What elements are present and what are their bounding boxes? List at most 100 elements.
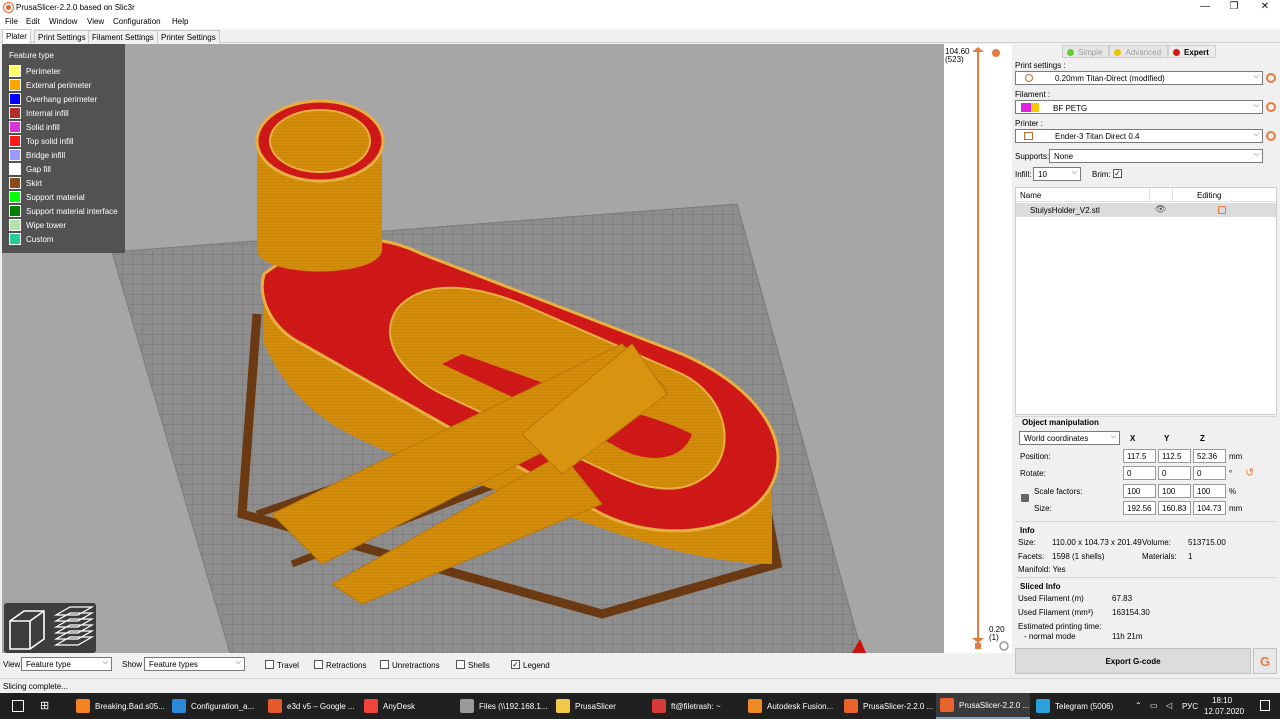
taskbar-app[interactable]: Autodesk Fusion... — [744, 693, 838, 719]
tab-printer-settings[interactable]: Printer Settings — [157, 30, 220, 43]
filament-cog-icon[interactable] — [1266, 102, 1276, 112]
clock-date[interactable]: 12.07.2020 — [1204, 707, 1244, 716]
brim-checkbox[interactable]: ✓ — [1113, 169, 1122, 178]
printer-select[interactable]: Ender-3 Titan Direct 0.4 ⌵ — [1015, 129, 1263, 143]
task-view-icon[interactable] — [12, 700, 24, 712]
minimize-button[interactable]: — — [1190, 1, 1220, 14]
notifications-icon[interactable] — [1260, 700, 1270, 711]
menu-edit[interactable]: Edit — [26, 17, 40, 26]
supports-select[interactable]: None ⌵ — [1049, 149, 1263, 163]
taskbar-app-label: Breaking.Bad.s05... — [95, 701, 165, 711]
slider-bottom-thumb[interactable] — [972, 638, 984, 643]
close-button[interactable]: ✕ — [1250, 1, 1280, 14]
layer-slider[interactable]: 104.60 (523) 0.20 (1) — [944, 44, 1012, 653]
printer-cog-icon[interactable] — [1266, 131, 1276, 141]
list-item[interactable]: StulysHolder_V2.stl 👁 — [1016, 203, 1276, 217]
reset-rotation-icon[interactable]: ↺ — [1245, 466, 1254, 479]
volume-icon[interactable]: ◁ — [1166, 701, 1172, 710]
taskbar-app[interactable]: Telegram (5006) — [1032, 693, 1126, 719]
windows-start-icon[interactable]: ⊞ — [40, 699, 49, 712]
rotate-x-input[interactable]: 0 — [1123, 466, 1156, 480]
legend-item: Custom — [9, 232, 125, 246]
taskbar-app[interactable]: PrusaSlicer-2.2.0 ... — [840, 693, 934, 719]
3d-preview-canvas[interactable]: Feature type Perimeter External perimeter… — [2, 44, 944, 653]
print-settings-select[interactable]: 0.20mm Titan-Direct (modified) ⌵ — [1015, 71, 1263, 85]
tab-plater[interactable]: Plater — [2, 29, 31, 43]
menu-file[interactable]: File — [5, 17, 18, 26]
coordinates-select[interactable]: World coordinates ⌵ — [1019, 431, 1120, 445]
position-x-input[interactable]: 117.5 — [1123, 449, 1156, 463]
3d-view-icon[interactable] — [9, 610, 45, 650]
taskbar-app[interactable]: Configuration_a... — [168, 693, 262, 719]
send-gcode-icon[interactable]: G — [1253, 648, 1277, 674]
rotate-y-input[interactable]: 0 — [1158, 466, 1191, 480]
view-label: View — [3, 660, 21, 669]
rotate-z-input[interactable]: 0 — [1193, 466, 1226, 480]
taskbar-app[interactable]: AnyDesk — [360, 693, 454, 719]
menu-window[interactable]: Window — [49, 17, 77, 26]
mode-simple-button[interactable]: Simple — [1062, 45, 1110, 58]
eye-icon[interactable]: 👁 — [1155, 204, 1166, 215]
axis-y-label: Y — [1164, 434, 1170, 443]
mode-expert-button[interactable]: Expert — [1168, 45, 1216, 58]
menu-view[interactable]: View — [87, 17, 104, 26]
scale-z-input[interactable]: 100 — [1193, 484, 1226, 498]
legend-swatch — [9, 205, 21, 217]
show-select[interactable]: Feature types ⌵ — [144, 657, 245, 671]
clock-time[interactable]: 18:10 — [1212, 696, 1232, 705]
view-type-select[interactable]: Feature type ⌵ — [21, 657, 112, 671]
slider-lock-icon[interactable] — [975, 643, 981, 649]
edit-icon[interactable] — [1218, 206, 1226, 214]
taskbar-app-label: Telegram (5006) — [1055, 701, 1114, 711]
taskbar-app[interactable]: PrusaSlicer — [552, 693, 646, 719]
tab-print-settings[interactable]: Print Settings — [34, 30, 90, 43]
axis-z-label: Z — [1200, 434, 1205, 443]
info-facets-value: 1598 (1 shells) — [1052, 552, 1105, 561]
mode-advanced-button[interactable]: Advanced — [1109, 45, 1169, 58]
taskbar-app-icon — [364, 699, 378, 713]
size-y-input[interactable]: 160.83 — [1158, 501, 1191, 515]
legend-checkbox[interactable]: ✓ — [511, 660, 520, 669]
maximize-button[interactable]: ❐ — [1219, 1, 1249, 14]
filament-select[interactable]: BF PETG ⌵ — [1015, 100, 1263, 114]
position-y-input[interactable]: 112.5 — [1158, 449, 1191, 463]
object-manipulation-title: Object manipulation — [1022, 418, 1099, 427]
size-z-input[interactable]: 104.73 — [1193, 501, 1226, 515]
taskbar-app[interactable]: e3d v5 – Google ... — [264, 693, 358, 719]
taskbar-app-icon — [268, 699, 282, 713]
taskbar-app[interactable]: ft@filetrash: ~ — [648, 693, 742, 719]
network-icon[interactable]: ▭ — [1150, 701, 1158, 710]
infill-select[interactable]: 10 ⌵ — [1033, 167, 1081, 181]
menu-help[interactable]: Help — [172, 17, 188, 26]
export-gcode-button[interactable]: Export G-code — [1015, 648, 1251, 674]
menu-configuration[interactable]: Configuration — [113, 17, 161, 26]
legend-label: Skirt — [26, 178, 42, 188]
retractions-checkbox[interactable] — [314, 660, 323, 669]
scale-y-input[interactable]: 100 — [1158, 484, 1191, 498]
taskbar-app[interactable]: Files (\\192.168.1... — [456, 693, 550, 719]
lock-icon[interactable] — [1021, 494, 1029, 502]
tab-filament-settings[interactable]: Filament Settings — [88, 30, 158, 43]
print-settings-cog-icon[interactable] — [1266, 73, 1276, 83]
shells-checkbox[interactable] — [456, 660, 465, 669]
scale-x-input[interactable]: 100 — [1123, 484, 1156, 498]
language-indicator[interactable]: РУС — [1182, 702, 1198, 711]
taskbar-app-icon — [652, 699, 666, 713]
slider-settings-cog-icon[interactable] — [999, 641, 1009, 651]
col-editing[interactable]: Editing — [1197, 191, 1221, 200]
col-name[interactable]: Name — [1020, 191, 1041, 200]
size-x-input[interactable]: 192.56 — [1123, 501, 1156, 515]
scale-unit: % — [1229, 487, 1237, 496]
tray-arrow-icon[interactable]: ⌃ — [1135, 701, 1142, 710]
unretractions-checkbox[interactable] — [380, 660, 389, 669]
slider-top-thumb[interactable] — [972, 47, 984, 52]
position-z-input[interactable]: 52.36 — [1193, 449, 1226, 463]
taskbar-app[interactable]: PrusaSlicer-2.2.0 ... — [936, 693, 1030, 719]
preview-layers-icon[interactable] — [53, 606, 95, 646]
taskbar-app-icon — [172, 699, 186, 713]
taskbar-app[interactable]: Breaking.Bad.s05... — [72, 693, 166, 719]
slider-top-cog-icon[interactable] — [992, 49, 1000, 57]
legend-item: Overhang perimeter — [9, 92, 125, 106]
travel-checkbox[interactable] — [265, 660, 274, 669]
legend-item: Bridge infill — [9, 148, 125, 162]
